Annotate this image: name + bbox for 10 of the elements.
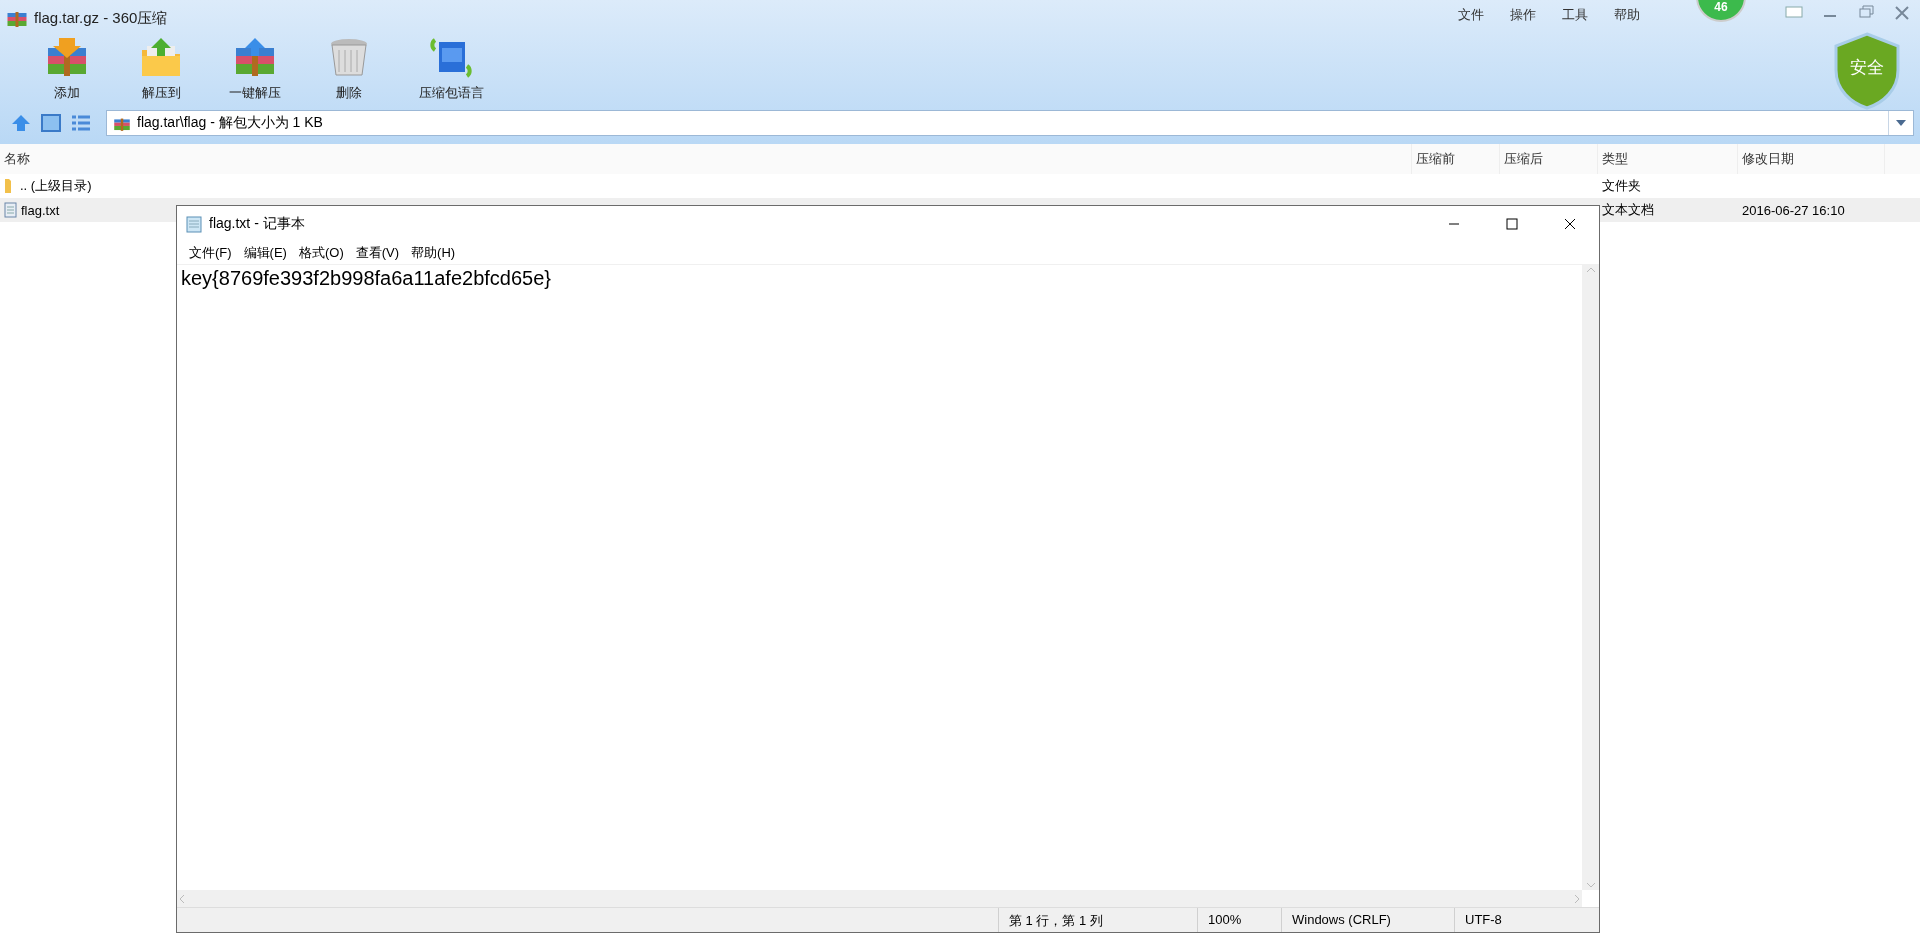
status-text: UTF-8 <box>1454 908 1599 932</box>
status-text: 第 1 行，第 1 列 <box>998 908 1197 932</box>
window-title: flag.txt - 记事本 <box>209 215 305 233</box>
window-title: flag.tar.gz - 360压缩 <box>34 8 168 28</box>
security-label: 安全 <box>1849 57 1885 79</box>
table-cell: 文件夹 <box>1602 177 1641 195</box>
status-text: 100% <box>1197 908 1281 932</box>
table-cell: 2016-06-27 16:10 <box>1742 202 1845 218</box>
status-text: Windows (CRLF) <box>1281 908 1454 932</box>
table-cell: 文本文档 <box>1602 201 1654 219</box>
